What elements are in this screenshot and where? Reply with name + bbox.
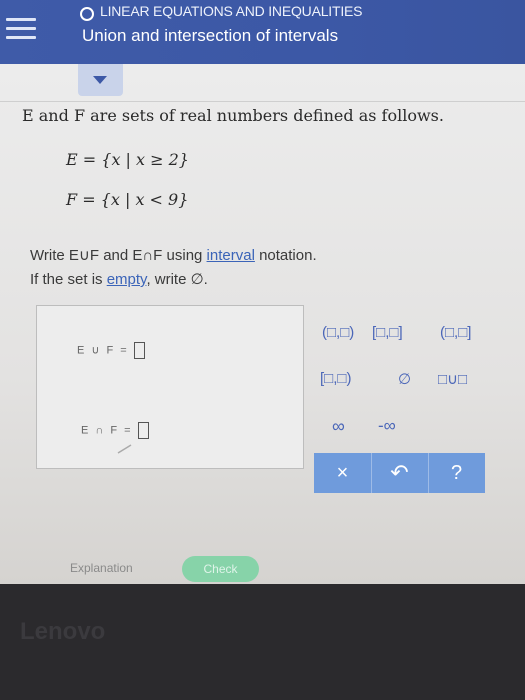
intersection-answer-input[interactable] xyxy=(137,422,149,439)
empty-set-button[interactable]: ∅ xyxy=(398,370,411,388)
cursor-mark-icon xyxy=(117,444,132,454)
union-answer-input[interactable] xyxy=(133,342,145,359)
laptop-brand-logo: Lenovo xyxy=(20,618,106,645)
content-panel: E and F are sets of real numbers defined… xyxy=(0,64,525,584)
negative-infinity-button[interactable]: -∞ xyxy=(378,416,396,436)
closed-closed-interval-button[interactable]: [□,□] xyxy=(372,324,403,341)
help-button[interactable]: ? xyxy=(428,453,485,493)
intersection-answer-row: E ∩ F = xyxy=(81,422,149,439)
clear-button[interactable]: × xyxy=(314,453,371,493)
collapse-toggle-button[interactable] xyxy=(78,64,123,96)
action-bar: × ↶ ? xyxy=(314,453,485,493)
closed-open-interval-button[interactable]: [□,□) xyxy=(320,370,351,387)
instruction-prefix: Write E∪F and E∩F using xyxy=(30,247,207,264)
topic-subtitle: LINEAR EQUATIONS AND INEQUALITIES xyxy=(100,3,363,19)
instruction-suffix: notation. xyxy=(254,247,317,264)
divider xyxy=(0,101,525,102)
empty-suffix: , write ∅. xyxy=(146,271,208,288)
menu-icon[interactable] xyxy=(6,12,36,46)
instruction-line: Write E∪F and E∩F using interval notatio… xyxy=(30,246,317,264)
top-header: LINEAR EQUATIONS AND INEQUALITIES Union … xyxy=(0,0,525,64)
answer-area: E ∪ F = E ∩ F = xyxy=(36,305,304,469)
infinity-button[interactable]: ∞ xyxy=(332,416,345,437)
intersection-label: E ∩ F = xyxy=(81,424,133,437)
problem-intro: E and F are sets of real numbers defined… xyxy=(22,106,444,125)
union-button[interactable]: □∪□ xyxy=(438,370,467,388)
page-title: Union and intersection of intervals xyxy=(82,26,339,45)
explanation-button[interactable]: Explanation xyxy=(70,561,133,575)
set-f-definition: F = {x | x < 9} xyxy=(66,190,189,209)
open-closed-interval-button[interactable]: (□,□] xyxy=(440,324,471,341)
empty-instruction-line: If the set is empty, write ∅. xyxy=(30,270,208,288)
empty-prefix: If the set is xyxy=(30,271,107,288)
empty-link[interactable]: empty xyxy=(107,271,147,288)
interval-link[interactable]: interval xyxy=(207,247,255,264)
open-open-interval-button[interactable]: (□,□) xyxy=(322,324,354,341)
set-e-definition: E = {x | x ≥ 2} xyxy=(66,150,189,169)
topic-radio-icon xyxy=(80,7,94,21)
undo-button[interactable]: ↶ xyxy=(371,453,428,493)
check-button[interactable]: Check xyxy=(182,556,259,582)
union-answer-row: E ∪ F = xyxy=(77,342,145,359)
union-label: E ∪ F = xyxy=(77,344,129,357)
